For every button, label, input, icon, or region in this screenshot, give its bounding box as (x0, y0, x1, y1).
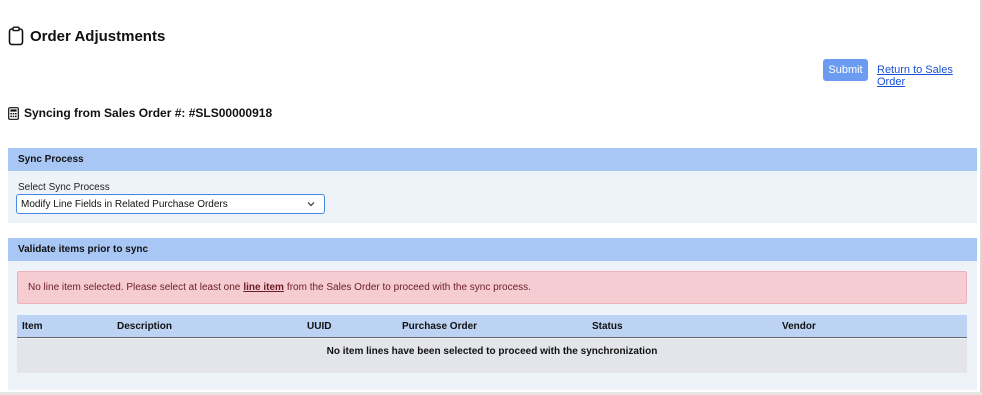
items-table-empty-row: No item lines have been selected to proc… (17, 339, 967, 373)
column-header-purchase-order: Purchase Order (402, 321, 478, 332)
sync-process-select[interactable]: Modify Line Fields in Related Purchase O… (16, 194, 325, 214)
submit-button[interactable]: Submit (823, 59, 868, 81)
no-line-item-alert: No line item selected. Please select at … (17, 271, 967, 304)
column-header-description: Description (117, 321, 173, 332)
select-sync-process-label: Select Sync Process (18, 182, 110, 193)
column-header-item: Item (22, 321, 43, 332)
sync-source-label: Syncing from Sales Order #: #SLS00000918 (24, 106, 273, 120)
validate-items-header: Validate items prior to sync (8, 238, 977, 261)
sync-process-header: Sync Process (8, 148, 977, 171)
page-title: Order Adjustments (8, 26, 165, 46)
page-title-text: Order Adjustments (30, 27, 166, 45)
column-header-vendor: Vendor (782, 321, 816, 332)
return-to-sales-order-link[interactable]: Return to Sales Order (877, 64, 982, 88)
calculator-icon (8, 106, 19, 120)
alert-text-prefix: No line item selected. Please select at … (28, 282, 241, 293)
sync-source-heading: Syncing from Sales Order #: #SLS00000918 (8, 106, 272, 120)
alert-line-item-emphasis: line item (243, 282, 284, 293)
clipboard-icon (8, 26, 24, 46)
sync-process-selected-value: Modify Line Fields in Related Purchase O… (21, 198, 228, 210)
alert-text-suffix: from the Sales Order to proceed with the… (286, 282, 531, 293)
column-header-uuid: UUID (307, 321, 332, 332)
items-table-header: Item Description UUID Purchase Order Sta… (17, 315, 967, 338)
column-header-status: Status (592, 321, 623, 332)
chevron-down-icon (307, 202, 315, 207)
